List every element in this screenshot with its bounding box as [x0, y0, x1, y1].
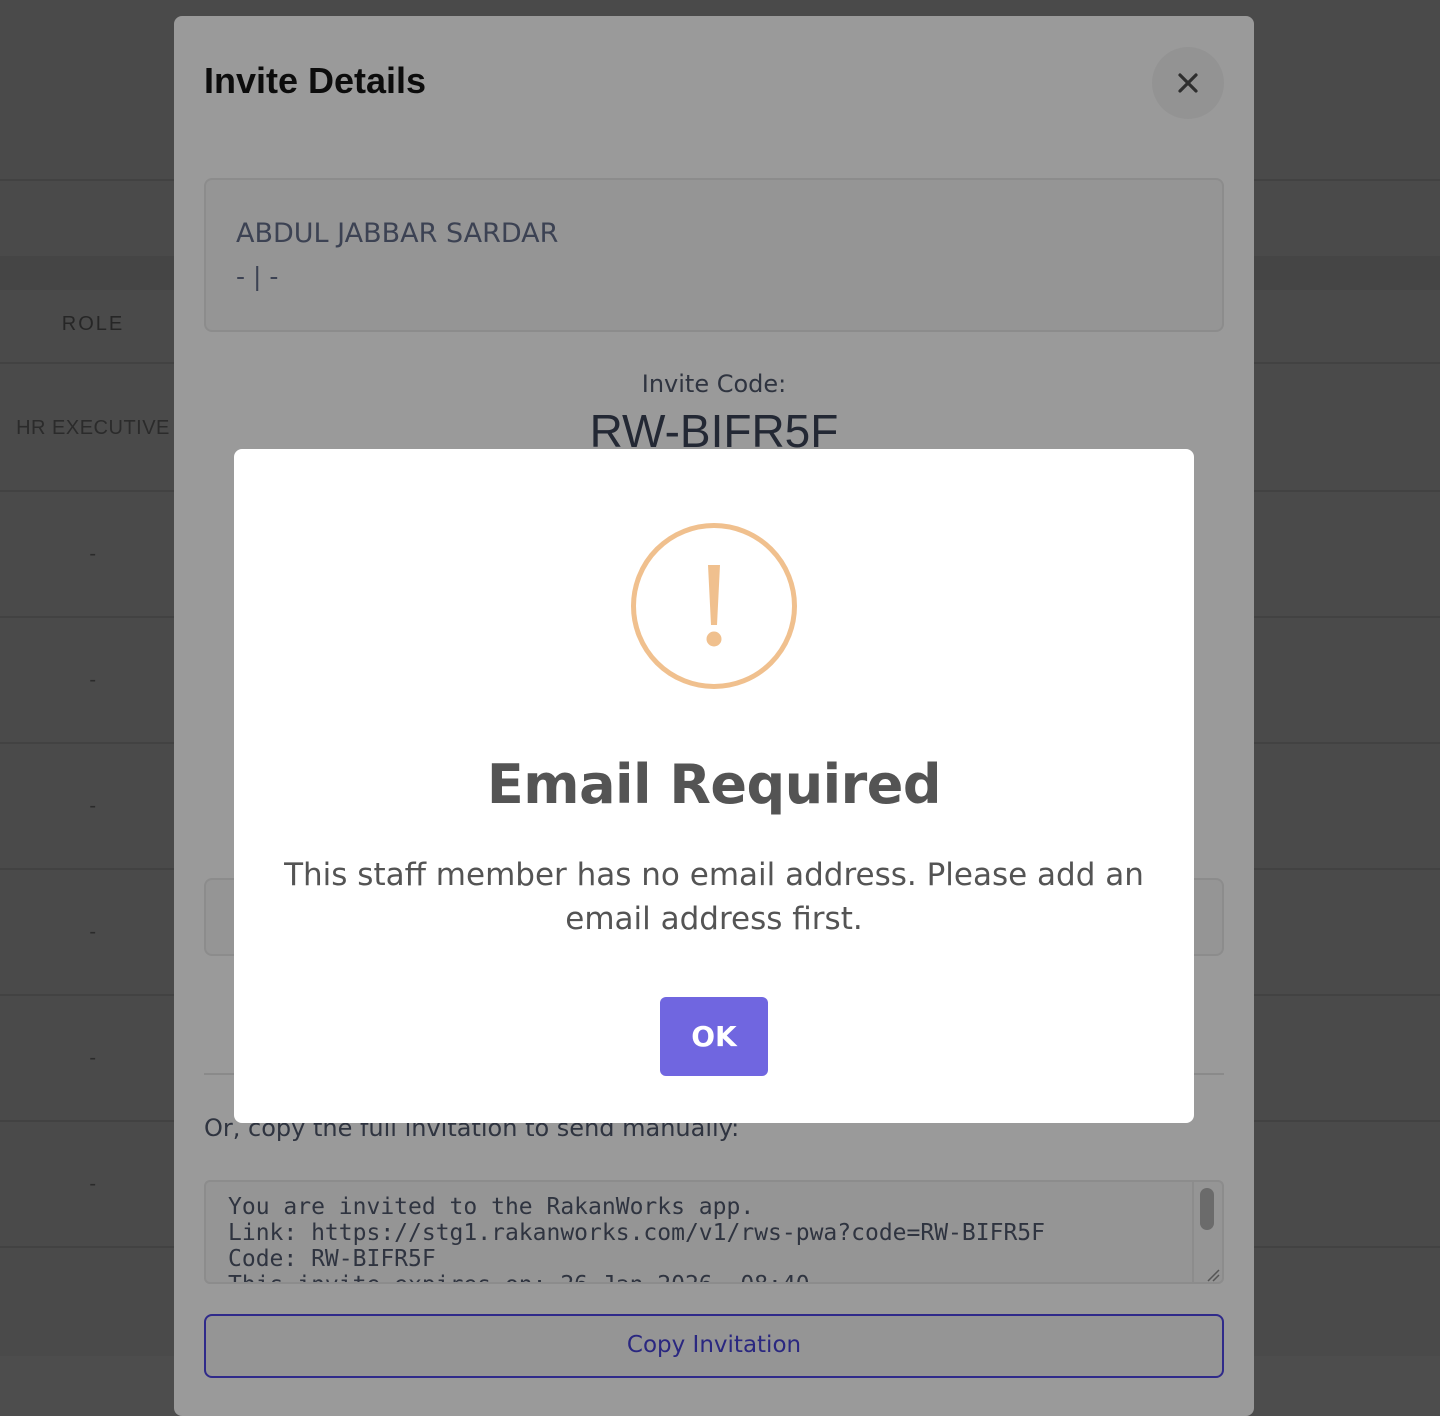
invite-code-label: Invite Code:: [641, 370, 787, 398]
staff-name: ABDUL JABBAR SARDAR: [236, 218, 559, 249]
table-cell-role: -: [89, 543, 97, 565]
close-icon: [1178, 73, 1198, 93]
dialog-title: Email Required: [486, 753, 942, 816]
table-cell-role: -: [89, 1173, 97, 1195]
table-cell-role: HR EXECUTIVE: [16, 417, 170, 439]
resize-grip-icon[interactable]: [1204, 1266, 1220, 1282]
table-cell-role: -: [89, 795, 97, 817]
ok-button[interactable]: OK: [660, 997, 768, 1076]
staff-meta: - | -: [236, 262, 279, 291]
staff-card: ABDUL JABBAR SARDAR - | -: [204, 178, 1224, 332]
modal-title: Invite Details: [204, 60, 427, 101]
email-required-dialog: Email Required This staff member has no …: [234, 449, 1194, 1123]
scrollbar-track: [1192, 1182, 1194, 1282]
close-button[interactable]: [1152, 47, 1224, 119]
table-cell-role: -: [89, 669, 97, 691]
table-cell-role: -: [89, 1047, 97, 1069]
copy-invitation-button[interactable]: Copy Invitation: [204, 1314, 1224, 1378]
dialog-message: This staff member has no email address. …: [284, 857, 1144, 937]
column-header-role: ROLE: [61, 313, 125, 335]
warning-icon: [631, 523, 797, 689]
scrollbar-thumb[interactable]: [1200, 1188, 1214, 1230]
exclamation-icon: [706, 565, 722, 647]
invitation-textarea[interactable]: You are invited to the RakanWorks app. L…: [204, 1180, 1224, 1284]
table-cell-role: -: [89, 921, 97, 943]
